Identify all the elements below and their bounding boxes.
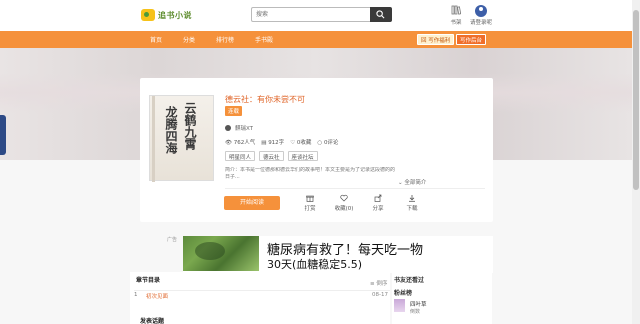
search-input[interactable] — [251, 7, 371, 22]
reward-label: 打赏 — [304, 206, 316, 212]
writing-backend-button[interactable]: 写作后台 — [456, 34, 487, 45]
search-button[interactable] — [370, 7, 392, 22]
chapter-panel: 章节目录 ≡ 倒序 1 初次见面 08-17 — [130, 272, 390, 324]
cover-title-right: 云鹤九霄 — [183, 102, 197, 150]
also-read-heading: 书友还看过 — [394, 277, 425, 284]
share-icon — [374, 194, 382, 202]
share-label: 分享 — [372, 206, 384, 212]
collect-label: 收藏(0) — [334, 206, 354, 212]
login-label: 请登录呢 — [469, 20, 492, 26]
cover-title-left: 龙腾四海 — [164, 106, 178, 154]
nav-item-handbook[interactable]: 手书殿 — [255, 35, 273, 44]
logo-text: 追书小说 — [158, 10, 192, 20]
fan-name[interactable]: 四叶草 — [410, 300, 427, 308]
book-stats: 👁 762人气 ▤ 912字 ♡ 0收藏 ○ 0评论 — [225, 138, 338, 146]
search-icon — [376, 10, 385, 19]
right-panel: 书友还看过 粉丝榜 四叶草 倒数 — [392, 272, 492, 324]
author-avatar — [225, 125, 231, 131]
sort-toggle[interactable]: ≡ 倒序 — [370, 279, 387, 287]
fan-ranking-heading: 粉丝榜 — [394, 290, 413, 297]
writing-welfare-button[interactable]: 回 写作福利 — [417, 34, 455, 45]
eye-icon: 👁 — [225, 140, 234, 146]
top-header: 追书小说 书架 请登录呢 — [0, 0, 632, 31]
ad-marker: 广告 — [167, 237, 178, 243]
ad-image[interactable] — [183, 236, 259, 271]
side-feedback-tab[interactable] — [0, 115, 6, 155]
start-reading-button[interactable]: 开始阅读 — [224, 196, 280, 210]
nav-item-ranking[interactable]: 排行榜 — [216, 35, 234, 44]
book-card: 云鹤九霄 龙腾四海 德云社：有你未尝不可 连载 麒瑞XT 👁 762人气 ▤ 9… — [140, 78, 493, 222]
chapter-row[interactable]: 1 初次见面 08-17 — [134, 290, 390, 300]
download-icon — [409, 195, 415, 202]
logo-mark-icon — [141, 9, 155, 21]
nav-item-category[interactable]: 分类 — [183, 35, 195, 44]
word-count-stat: ▤ 912字 — [261, 140, 285, 146]
cover-strip — [152, 96, 155, 182]
status-badge: 连载 — [225, 106, 243, 116]
bookshelf-link[interactable]: 书架 — [443, 5, 469, 27]
bookshelf-icon — [451, 5, 461, 15]
download-button[interactable]: 下载 — [402, 194, 422, 212]
heart-icon — [340, 194, 348, 202]
tag-item[interactable]: 德云社 — [259, 151, 284, 161]
heart-icon: ♡ — [290, 140, 297, 146]
collect-button[interactable]: 收藏(0) — [334, 194, 354, 212]
chapter-title[interactable]: 初次见面 — [146, 292, 168, 300]
ad-subline[interactable]: 30天(血糖稳定5.5) — [267, 256, 362, 272]
gift-icon — [306, 195, 314, 202]
book-cover[interactable]: 云鹤九霄 龙腾四海 — [149, 95, 214, 182]
discussion-heading: 发表话题 — [140, 318, 165, 324]
chapter-heading: 章节目录 — [136, 277, 161, 284]
tag-item[interactable]: 明星同人 — [225, 151, 256, 161]
advertisement[interactable]: 糖尿病有救了！每天吃一物 30天(血糖稳定5.5) — [183, 236, 493, 273]
scrollbar-thumb[interactable] — [633, 10, 639, 190]
popularity-stat: 👁 762人气 — [225, 140, 256, 146]
reward-button[interactable]: 打赏 — [300, 194, 320, 212]
chapter-date: 08-17 — [372, 292, 388, 298]
book-title: 德云社：有你未尝不可 — [225, 95, 305, 104]
share-button[interactable]: 分享 — [368, 194, 388, 212]
scrollbar[interactable] — [632, 0, 640, 324]
chapter-number: 1 — [134, 292, 138, 298]
comment-stat: ○ 0评论 — [317, 140, 339, 146]
bookshelf-label: 书架 — [450, 20, 462, 26]
book-tags: 明星同人 德云社 座谈社坛 — [225, 151, 318, 161]
fan-rank: 倒数 — [410, 309, 421, 315]
author-name: 麒瑞XT — [235, 126, 254, 132]
fan-avatar[interactable] — [394, 299, 405, 312]
intro-expand-toggle[interactable]: ⌄ 全部简介 — [398, 178, 426, 186]
download-label: 下载 — [406, 206, 418, 212]
avatar — [475, 5, 487, 17]
collect-stat: ♡ 0收藏 — [290, 140, 312, 146]
login-link[interactable]: 请登录呢 — [468, 5, 494, 27]
divider — [225, 188, 485, 189]
tag-item[interactable]: 座谈社坛 — [287, 151, 318, 161]
site-logo[interactable]: 追书小说 — [141, 8, 193, 22]
author-line[interactable]: 麒瑞XT — [225, 124, 253, 132]
book-intro: 简介：本书是一位德那和德云华们的故事吧！本文主要是为了记录这段德的的日子... — [225, 167, 395, 180]
nav-item-home[interactable]: 首页 — [150, 35, 162, 44]
main-nav: 首页 分类 排行榜 手书殿 回 写作福利 写作后台 — [0, 31, 632, 48]
